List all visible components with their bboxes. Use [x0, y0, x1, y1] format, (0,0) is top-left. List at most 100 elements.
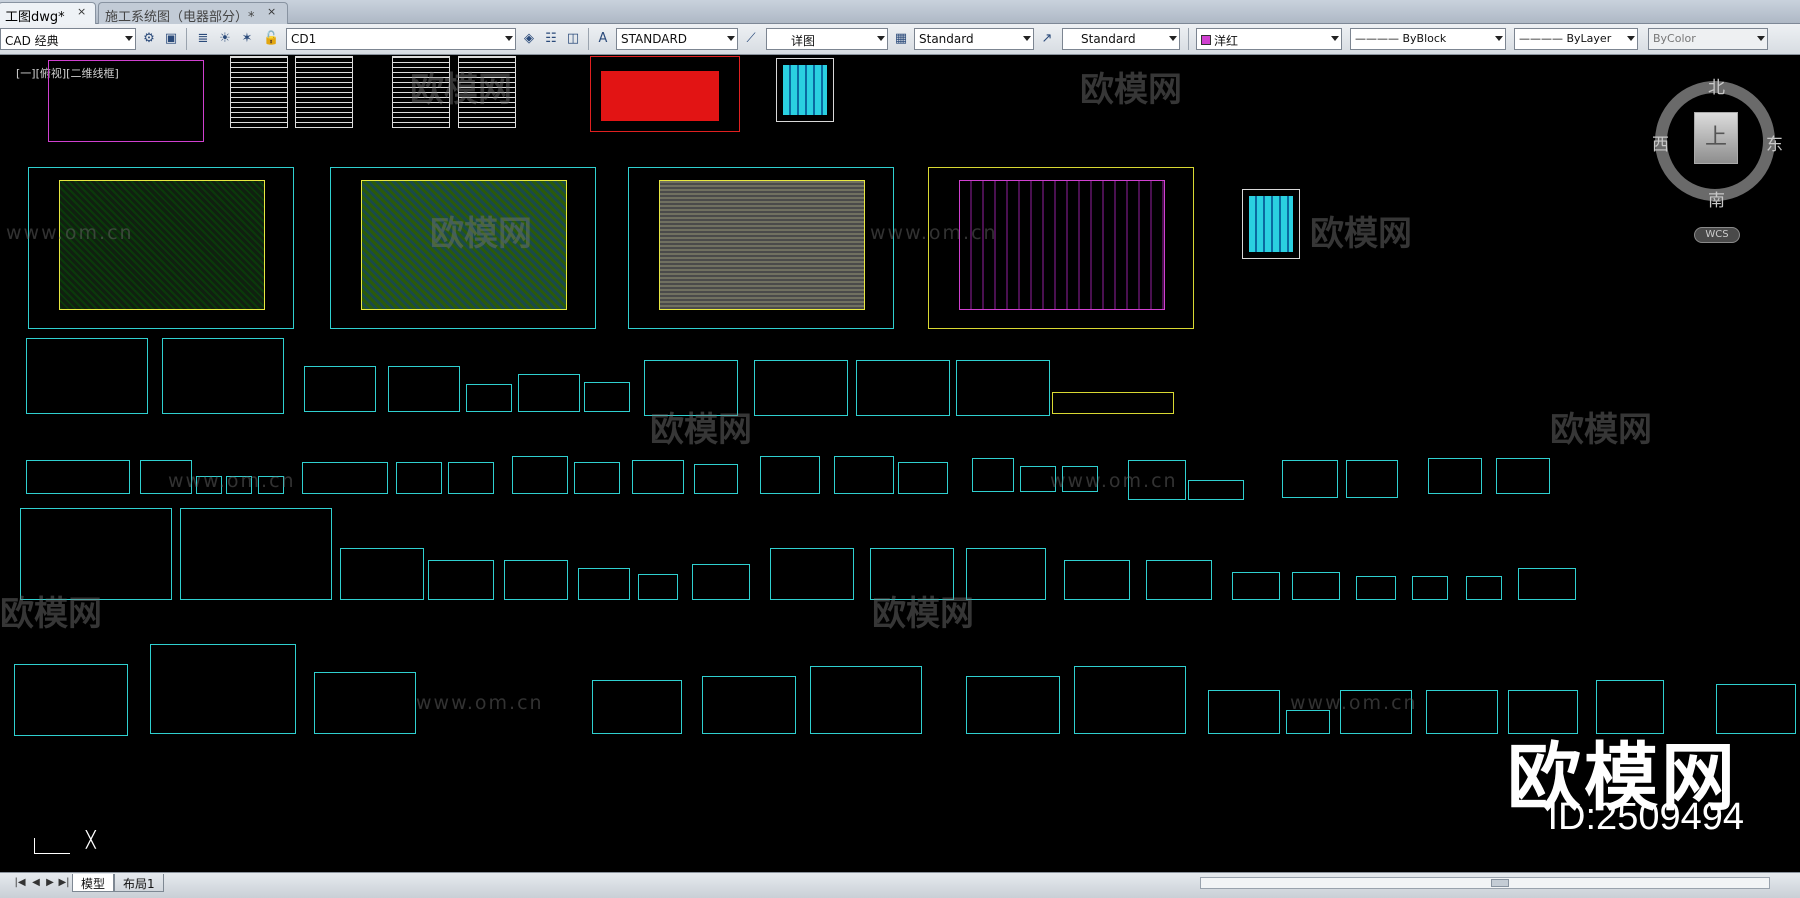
lineweight-dropdown[interactable]: ———— ByLayer — [1514, 28, 1638, 50]
drawing-sheet[interactable] — [466, 384, 512, 412]
layer-match-icon[interactable]: ☷ — [542, 29, 560, 49]
floor-plan-sheet[interactable] — [628, 167, 894, 329]
document-tab-main[interactable]: 工图dwg* × — [0, 2, 96, 25]
close-icon[interactable]: × — [77, 5, 86, 18]
drawing-sheet[interactable] — [340, 548, 424, 600]
drawing-sheet[interactable] — [1146, 560, 1212, 600]
plotstyle-dropdown[interactable]: ByColor — [1648, 28, 1768, 50]
drawing-sheet[interactable] — [898, 462, 948, 494]
drawing-sheet[interactable] — [1074, 666, 1186, 734]
next-layout-button[interactable]: ▶ — [44, 876, 56, 890]
drawing-sheet[interactable] — [304, 366, 376, 412]
table-style-icon[interactable]: ▦ — [892, 29, 910, 49]
gear-icon[interactable]: ⚙ — [140, 29, 158, 49]
drawing-sheet[interactable] — [1518, 568, 1576, 600]
drawing-sheet[interactable] — [14, 664, 128, 736]
drawing-sheet[interactable] — [1242, 189, 1300, 259]
drawing-sheet[interactable] — [26, 338, 148, 414]
drawing-sheet[interactable] — [1428, 458, 1482, 494]
linetype-dropdown[interactable]: ———— ByBlock — [1350, 28, 1506, 50]
wcs-menu-button[interactable]: WCS — [1694, 227, 1740, 243]
drawing-sheet[interactable] — [1232, 572, 1280, 600]
text-style-dropdown[interactable]: STANDARD — [616, 28, 738, 50]
viewcube-west[interactable]: 西 — [1652, 130, 1669, 155]
prev-layout-button[interactable]: ◀ — [30, 876, 42, 890]
drawing-sheet[interactable] — [1466, 576, 1502, 600]
dim-style-dropdown[interactable]: 详图 — [766, 28, 888, 50]
viewcube-north[interactable]: 北 — [1708, 73, 1725, 98]
drawing-sheet[interactable] — [1282, 460, 1338, 498]
drawing-sheet[interactable] — [180, 508, 332, 600]
drawing-sheet[interactable] — [694, 464, 738, 494]
drawing-sheet[interactable] — [1064, 560, 1130, 600]
drawing-sheet[interactable] — [48, 60, 204, 142]
drawing-sheet[interactable] — [776, 58, 834, 122]
drawing-sheet[interactable] — [956, 360, 1050, 416]
sun-icon[interactable]: ✶ — [238, 29, 256, 49]
drawing-sheet[interactable] — [702, 676, 796, 734]
drawing-sheet[interactable] — [302, 462, 388, 494]
table-style-dropdown[interactable]: Standard — [914, 28, 1034, 50]
drawing-sheet[interactable] — [162, 338, 284, 414]
layer-dropdown[interactable]: CD1 — [286, 28, 516, 50]
drawing-sheet[interactable] — [1208, 690, 1280, 734]
drawing-sheet[interactable] — [1426, 690, 1498, 734]
document-tab-electrical[interactable]: 施工系统图（电器部分）* × — [98, 2, 288, 25]
drawing-sheet[interactable] — [26, 460, 130, 494]
drawing-sheet[interactable] — [754, 360, 848, 416]
floor-plan-sheet[interactable] — [928, 167, 1194, 329]
tab-model[interactable]: 模型 — [72, 874, 115, 892]
drawing-sheet[interactable] — [810, 666, 922, 734]
drawing-sheet[interactable] — [632, 460, 684, 494]
drawing-sheet[interactable] — [1292, 572, 1340, 600]
mleader-style-icon[interactable]: ↗ — [1038, 29, 1056, 49]
drawing-sheet[interactable] — [512, 456, 568, 494]
drawing-sheet[interactable] — [1188, 480, 1244, 500]
drawing-sheet[interactable] — [966, 548, 1046, 600]
drawing-sheet[interactable] — [592, 680, 682, 734]
drawing-sheet[interactable] — [448, 462, 494, 494]
drawing-sheet[interactable] — [966, 676, 1060, 734]
first-layout-button[interactable]: |◀ — [14, 876, 26, 890]
drawing-sheet[interactable] — [590, 56, 740, 132]
tab-layout1[interactable]: 布局1 — [114, 874, 164, 892]
workspace-dropdown[interactable]: CAD 经典 — [0, 28, 136, 50]
drawing-table[interactable] — [230, 56, 288, 128]
text-style-icon[interactable]: A — [594, 29, 612, 49]
drawing-sheet[interactable] — [428, 560, 494, 600]
drawing-table[interactable] — [295, 56, 353, 128]
drawing-sheet[interactable] — [638, 574, 678, 600]
drawing-sheet[interactable] — [150, 644, 296, 734]
horizontal-scrollbar[interactable] — [1200, 877, 1770, 889]
drawing-sheet[interactable] — [518, 374, 580, 412]
drawing-sheet[interactable] — [1052, 392, 1174, 414]
drawing-sheet[interactable] — [1356, 576, 1396, 600]
viewcube-top-face[interactable]: 上 — [1694, 112, 1738, 164]
drawing-sheet[interactable] — [1496, 458, 1550, 494]
drawing-sheet[interactable] — [574, 462, 620, 494]
drawing-sheet[interactable] — [972, 458, 1014, 492]
lock-icon[interactable]: 🔓 — [262, 29, 280, 49]
drawing-sheet[interactable] — [314, 672, 416, 734]
drawing-sheet[interactable] — [856, 360, 950, 416]
drawing-sheet[interactable] — [504, 560, 568, 600]
layer-manager-icon[interactable]: ≣ — [194, 29, 212, 49]
drawing-sheet[interactable] — [584, 382, 630, 412]
drawing-sheet[interactable] — [770, 548, 854, 600]
drawing-sheet[interactable] — [1346, 460, 1398, 498]
viewcube-east[interactable]: 东 — [1766, 130, 1783, 155]
workspace-settings-icon[interactable]: ▣ — [162, 29, 180, 49]
drawing-sheet[interactable] — [692, 564, 750, 600]
last-layout-button[interactable]: ▶| — [58, 876, 70, 890]
mleader-style-dropdown[interactable]: Standard — [1062, 28, 1180, 50]
layer-isolate-icon[interactable]: ◫ — [564, 29, 582, 49]
drawing-sheet[interactable] — [1412, 576, 1448, 600]
drawing-sheet[interactable] — [396, 462, 442, 494]
color-dropdown[interactable]: 洋红 — [1196, 28, 1342, 50]
drawing-sheet[interactable] — [760, 456, 820, 494]
dim-style-icon[interactable]: ⟋ — [742, 29, 760, 49]
layer-previous-icon[interactable]: ◈ — [520, 29, 538, 49]
scrollbar-thumb[interactable] — [1491, 879, 1509, 887]
drawing-sheet[interactable] — [388, 366, 460, 412]
drawing-sheet[interactable] — [578, 568, 630, 600]
